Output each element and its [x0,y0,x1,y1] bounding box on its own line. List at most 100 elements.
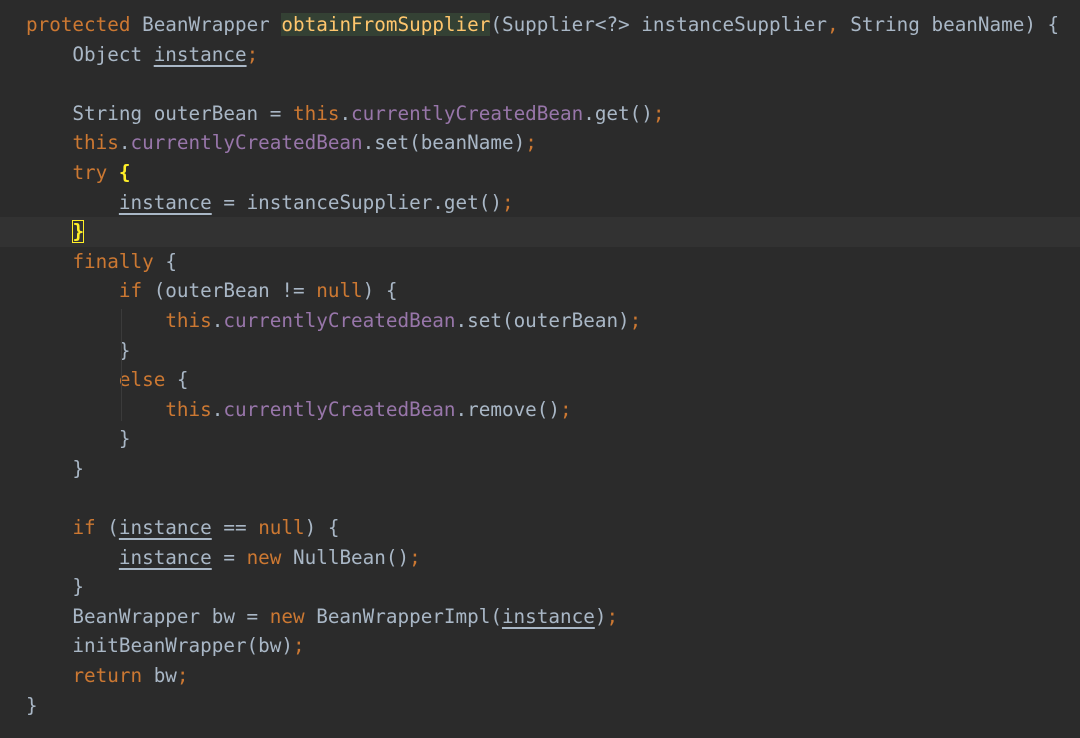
code-token: null [316,279,363,303]
code-token: ( [107,516,119,540]
code-token: instance [501,604,595,628]
code-line[interactable]: this.currentlyCreatedBean.remove(); [0,395,1080,425]
code-token: ; [525,131,537,155]
code-token: instance [118,190,212,214]
code-token: protected [26,13,143,36]
code-token: ; [409,545,421,569]
code-lines[interactable]: protected BeanWrapper obtainFromSupplier… [0,10,1080,720]
code-token: ; [606,604,619,628]
code-token: . [211,397,224,421]
code-token: finally [72,249,166,273]
code-token: . [118,131,131,155]
code-line[interactable] [0,69,1080,99]
code-token: ) { [362,279,398,303]
code-line[interactable]: else { [0,365,1080,395]
code-line[interactable]: instance = instanceSupplier.get(); [0,188,1080,218]
code-line[interactable] [0,484,1080,514]
code-token: try [72,160,119,184]
code-line[interactable]: instance = new NullBean(); [0,543,1080,573]
code-line[interactable]: } [0,572,1080,602]
code-token: Object [26,42,154,66]
code-token: currentlyCreatedBean [351,101,584,125]
code-token: ; [246,42,259,66]
code-token: currentlyCreatedBean [223,397,456,421]
code-token: ; [501,190,514,214]
code-token: } [26,693,38,717]
code-token: null [258,516,305,540]
code-line[interactable]: this.currentlyCreatedBean.set(beanName); [0,128,1080,158]
code-token: if [72,516,108,540]
code-token: BeanWrapperImpl( [316,604,502,628]
code-line[interactable]: } [0,424,1080,454]
code-token: .set(beanName) [362,131,526,155]
code-token: this [165,397,212,421]
code-token: ; [652,101,665,125]
code-token: this [293,101,340,125]
code-token: String outerBean = [26,101,293,125]
code-line[interactable]: try { [0,158,1080,188]
code-token: .set(outerBean) [455,308,630,332]
code-token: obtainFromSupplier [281,13,491,36]
code-line[interactable]: return bw; [0,661,1080,691]
code-token: bw [153,664,177,688]
code-line[interactable]: initBeanWrapper(bw); [0,631,1080,661]
code-token: ) { [304,516,340,540]
code-token: instance [118,516,212,540]
code-line[interactable]: if (instance == null) { [0,513,1080,543]
code-token: = [211,545,247,569]
code-token: { [176,368,189,392]
code-token: .get() [583,101,653,125]
code-token: .remove() [455,397,561,421]
code-token: return [72,664,154,688]
code-token: . [211,308,224,332]
code-token: ; [629,308,642,332]
code-line[interactable]: finally { [0,247,1080,277]
code-token: (outerBean != [153,279,317,303]
scrolled-comment-remnant [26,0,66,6]
code-token: currentlyCreatedBean [130,131,363,155]
code-token: if [118,279,154,303]
code-token: this [72,131,119,155]
code-token: BeanWrapper [142,13,282,36]
code-line[interactable]: } [0,691,1080,721]
code-token: else [118,368,177,392]
code-token: currentlyCreatedBean [223,308,456,332]
code-token: = instanceSupplier.get() [211,190,502,214]
code-token: ; [176,664,189,688]
code-line[interactable]: } [0,454,1080,484]
code-token: new [269,604,317,628]
code-token: initBeanWrapper(bw) [26,634,293,658]
code-line[interactable]: } [0,336,1080,366]
code-line[interactable]: this.currentlyCreatedBean.set(outerBean)… [0,306,1080,336]
code-token: } [26,456,85,480]
code-editor[interactable]: protected BeanWrapper obtainFromSupplier… [0,0,1080,738]
code-token: { [165,249,177,273]
code-token: ) [594,604,607,628]
code-line[interactable]: if (outerBean != null) { [0,276,1080,306]
code-token: BeanWrapper bw = [26,604,270,628]
code-token: instance [118,545,212,569]
matched-brace: { [118,160,131,184]
code-token: NullBean() [293,545,410,569]
code-line[interactable]: Object instance; [0,40,1080,70]
code-token: == [211,516,259,540]
code-line[interactable]: } [0,217,1080,247]
code-token: this [165,308,212,332]
code-token: . [339,101,352,125]
code-token: String beanName) { [850,13,1060,36]
code-line[interactable]: BeanWrapper bw = new BeanWrapperImpl(ins… [0,602,1080,632]
code-line[interactable]: String outerBean = this.currentlyCreated… [0,99,1080,129]
code-token: ; [560,397,572,421]
code-token: } [26,427,131,451]
code-line[interactable]: protected BeanWrapper obtainFromSupplier… [0,10,1080,40]
